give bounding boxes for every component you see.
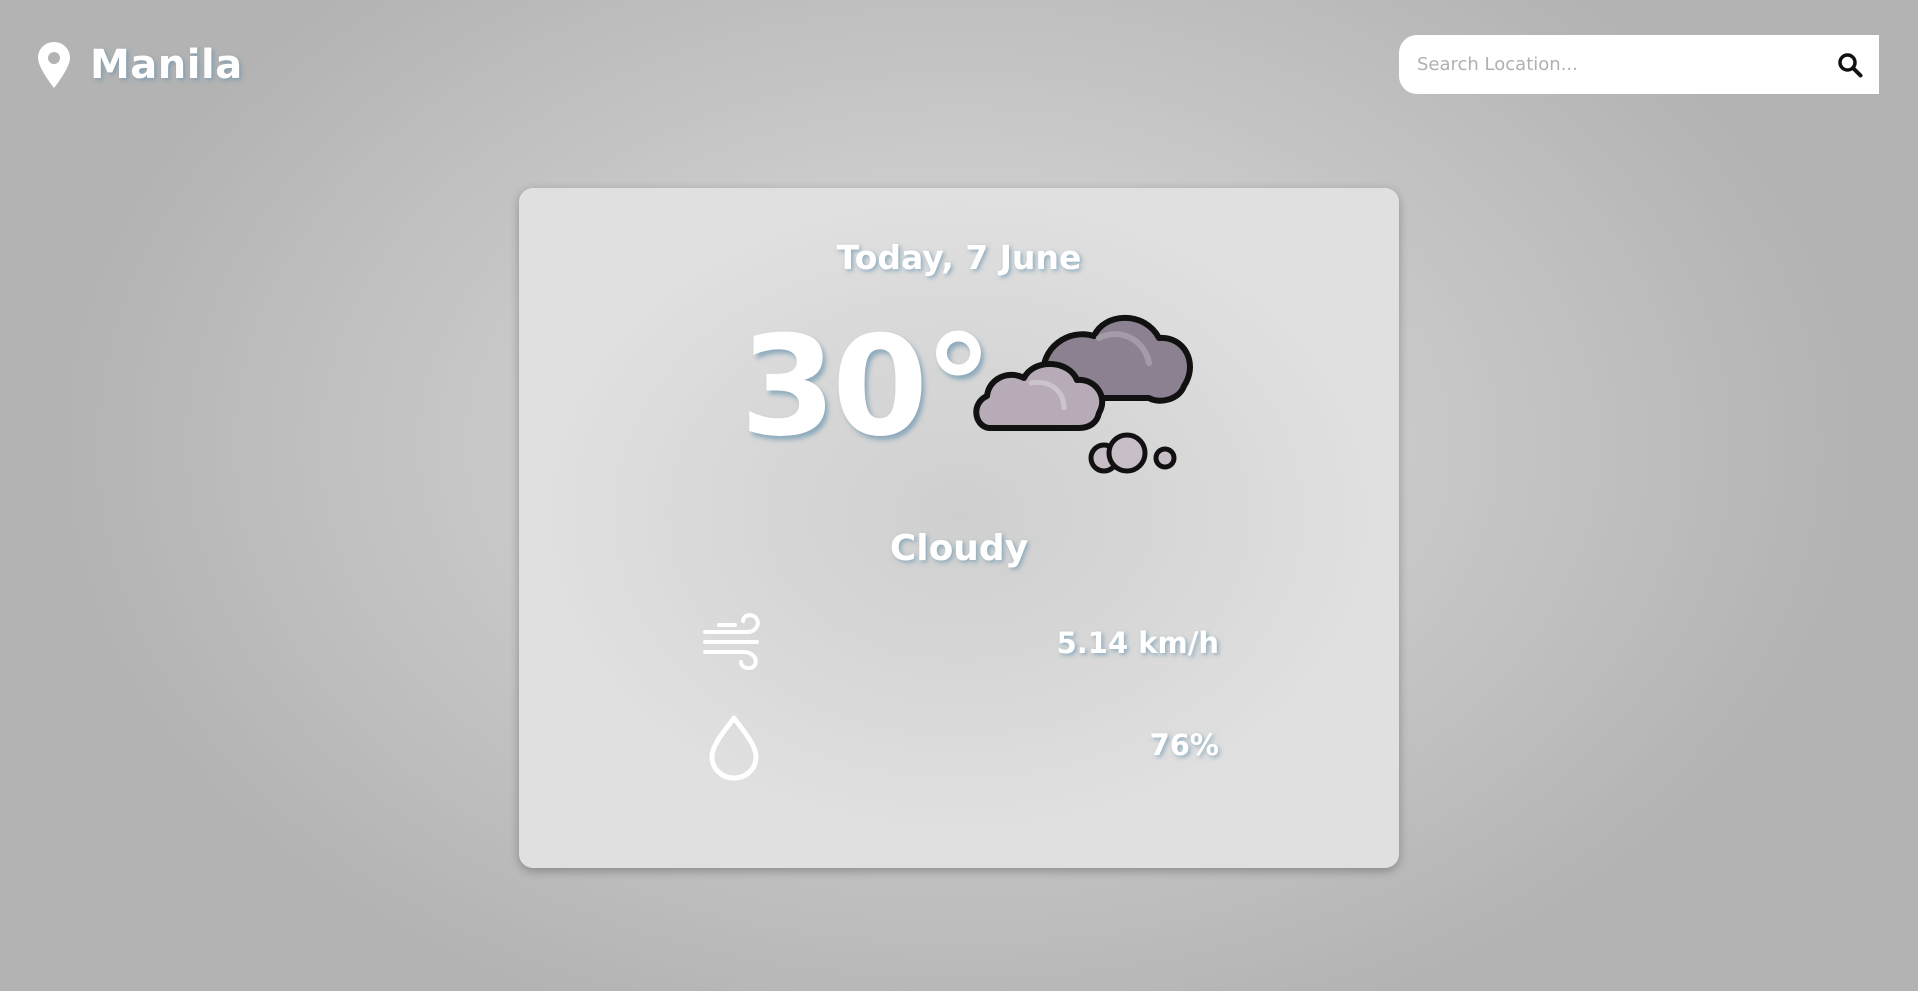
humidity-stat: 76% <box>699 712 1219 782</box>
wind-icon <box>703 613 760 670</box>
wind-speed-value: 5.14 km/h <box>1056 626 1219 660</box>
search-button[interactable] <box>1835 50 1865 80</box>
location-display: Manila <box>36 40 243 90</box>
map-pin-icon <box>38 42 70 88</box>
weather-card: Today, 7 June 30° Cloudy 5.14 km/h 76% <box>519 188 1399 868</box>
humidity-value: 76% <box>1149 728 1219 762</box>
top-bar: Manila <box>0 0 1918 130</box>
cloudy-icon <box>973 314 1193 474</box>
search-icon <box>1838 52 1863 77</box>
humidity-drop-icon <box>709 715 759 781</box>
temperature: 30° <box>740 306 993 467</box>
forecast-date: Today, 7 June <box>836 238 1082 277</box>
location-name: Manila <box>90 42 243 88</box>
weather-condition: Cloudy <box>889 528 1029 569</box>
temperature-row: 30° <box>519 308 1399 488</box>
wind-stat: 5.14 km/h <box>699 610 1219 680</box>
search-input[interactable] <box>1415 53 1835 76</box>
search-bar <box>1399 35 1879 94</box>
